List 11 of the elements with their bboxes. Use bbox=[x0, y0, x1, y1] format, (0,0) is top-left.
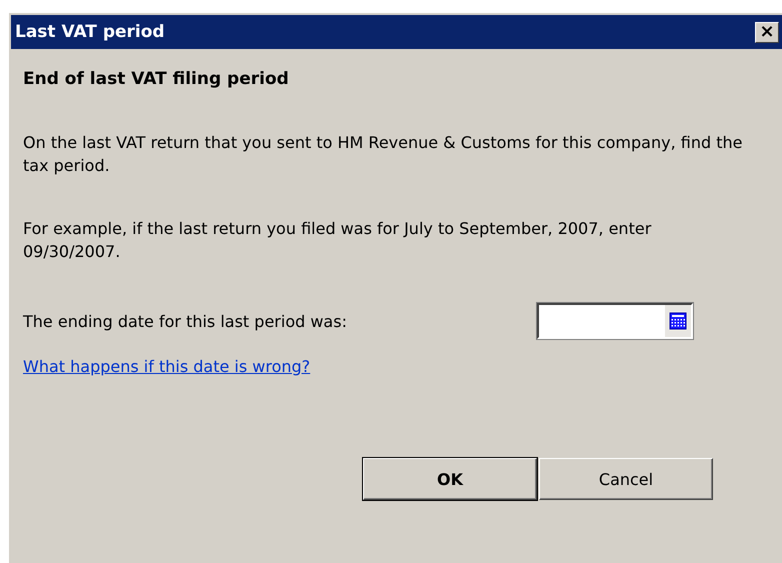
instruction-text: For example, if the last return you filed was for July to September, 2007, enter 09/30/2007. bbox=[23, 218, 652, 263]
field-label: The ending date for this last period was: bbox=[23, 312, 348, 330]
date-field[interactable] bbox=[537, 303, 693, 339]
window-title: Last VAT period bbox=[14, 22, 165, 42]
dialog-heading: End of last VAT filing period bbox=[23, 69, 290, 89]
cancel-button[interactable]: Cancel bbox=[539, 458, 713, 500]
close-button[interactable]: × bbox=[755, 22, 779, 42]
calendar-icon[interactable] bbox=[669, 312, 687, 330]
help-link[interactable]: What happens if this date is wrong? bbox=[23, 357, 310, 376]
instruction-text: On the last VAT return that you sent to HM Revenue & Customs for this company, find the tax period. bbox=[23, 132, 743, 177]
ok-button[interactable]: OK bbox=[363, 458, 537, 500]
